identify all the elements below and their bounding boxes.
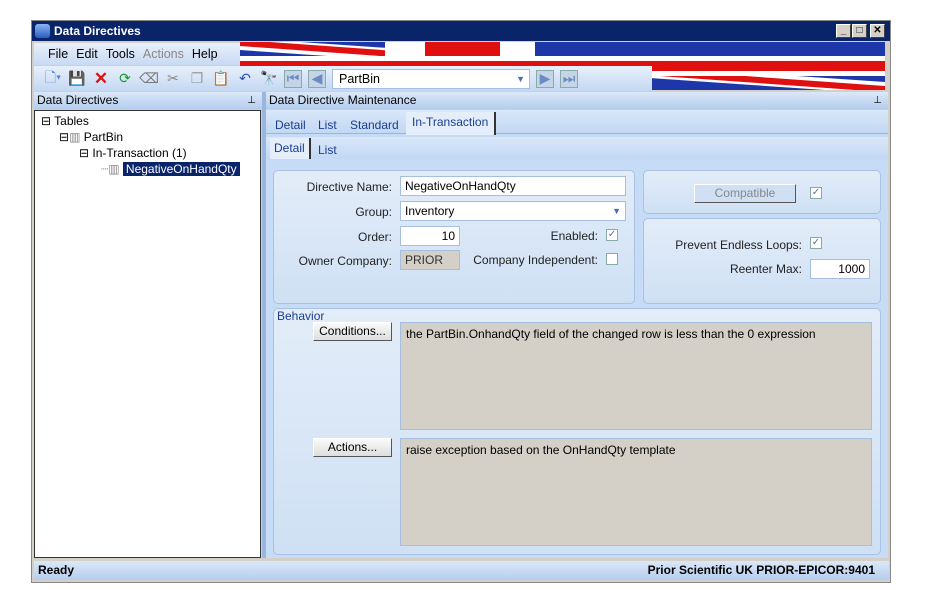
directive-name-label: Directive Name: bbox=[306, 180, 392, 194]
directive-icon: ┈▥ bbox=[101, 162, 120, 176]
left-panel-header: Data Directives ⊥ bbox=[34, 92, 262, 109]
group-select[interactable]: Inventory ▼ bbox=[400, 201, 626, 221]
record-selector[interactable]: PartBin ▼ bbox=[332, 68, 530, 89]
subtab-detail[interactable]: Detail bbox=[270, 138, 311, 159]
order-label: Order: bbox=[357, 230, 392, 244]
menu-tools[interactable]: Tools bbox=[106, 47, 135, 61]
next-record-icon[interactable]: ▶ bbox=[536, 69, 554, 88]
first-record-icon[interactable]: ⏮ bbox=[284, 69, 302, 88]
compatible-button[interactable]: Compatible bbox=[694, 184, 796, 203]
prevent-loops-label: Prevent Endless Loops: bbox=[675, 238, 802, 252]
save-icon[interactable]: 💾 bbox=[68, 70, 86, 88]
menu-help[interactable]: Help bbox=[192, 47, 218, 61]
directive-name-input[interactable]: NegativeOnHandQty bbox=[400, 176, 626, 196]
reenter-max-label: Reenter Max: bbox=[729, 262, 802, 276]
tree-node-partbin[interactable]: ⊟▥ PartBin bbox=[59, 130, 123, 144]
chevron-down-icon: ▼ bbox=[612, 206, 621, 216]
pin-icon[interactable]: ⊥ bbox=[873, 92, 882, 109]
undo-icon[interactable]: ↶ bbox=[236, 70, 254, 88]
owner-company-label: Owner Company: bbox=[298, 254, 392, 268]
right-panel-header: Data Directive Maintenance ⊥ bbox=[266, 92, 888, 109]
refresh-icon[interactable]: ⟳ bbox=[116, 70, 134, 88]
tree-node-tables[interactable]: ⊟ Tables bbox=[41, 114, 89, 128]
last-record-icon[interactable]: ⏭ bbox=[560, 69, 578, 88]
connection-info: Prior Scientific UK PRIOR-EPICOR:9401 bbox=[647, 563, 875, 577]
minimize-button[interactable]: _ bbox=[836, 24, 851, 38]
conditions-button[interactable]: Conditions... bbox=[313, 322, 392, 341]
app-icon bbox=[35, 24, 50, 38]
new-icon[interactable]: 🗋▾ bbox=[44, 69, 62, 88]
toolbar: 🗋▾ 💾 ✕ ⟳ ⌫ ✂ ❐ 📋 ↶ 🔭 ⏮ ◀ PartBin ▼ ▶ ⏭ bbox=[34, 66, 652, 91]
clear-icon[interactable]: ⌫ bbox=[139, 70, 159, 88]
copy-icon[interactable]: ❐ bbox=[188, 70, 206, 88]
delete-icon[interactable]: ✕ bbox=[92, 69, 110, 88]
maximize-button[interactable]: □ bbox=[852, 24, 867, 38]
menu-bar: File Edit Tools Actions Help bbox=[34, 43, 240, 65]
behavior-title: Behavior bbox=[277, 309, 325, 323]
tree-label: NegativeOnHandQty bbox=[122, 162, 240, 176]
enabled-checkbox[interactable]: ✓ bbox=[606, 229, 618, 241]
group-value: Inventory bbox=[405, 204, 455, 218]
company-independent-label: Company Independent: bbox=[473, 253, 598, 267]
chevron-down-icon[interactable]: ▼ bbox=[516, 70, 525, 88]
menu-actions[interactable]: Actions bbox=[143, 47, 184, 61]
paste-icon[interactable]: 📋 bbox=[212, 70, 230, 88]
owner-company-field: PRIOR bbox=[400, 250, 460, 270]
actions-button[interactable]: Actions... bbox=[313, 438, 392, 457]
table-icon: ▥ bbox=[69, 130, 81, 144]
search-icon[interactable]: 🔭 bbox=[260, 70, 278, 88]
window-title: Data Directives bbox=[54, 24, 141, 38]
tree-label: Tables bbox=[54, 114, 89, 128]
status-bar: Ready Prior Scientific UK PRIOR-EPICOR:9… bbox=[34, 561, 889, 580]
tab-standard[interactable]: Standard bbox=[350, 118, 399, 132]
conditions-text: the PartBin.OnhandQty field of the chang… bbox=[400, 322, 872, 430]
tree-node-directive[interactable]: ┈▥ NegativeOnHandQty bbox=[101, 162, 240, 176]
title-bar: Data Directives bbox=[32, 21, 890, 41]
record-value: PartBin bbox=[339, 71, 380, 86]
menu-file[interactable]: File bbox=[48, 47, 68, 61]
compatible-checkbox[interactable]: ✓ bbox=[810, 187, 822, 199]
tree-label: In-Transaction (1) bbox=[92, 146, 187, 160]
close-button[interactable]: ✕ bbox=[870, 24, 885, 38]
tab-detail[interactable]: Detail bbox=[275, 118, 306, 132]
pin-icon[interactable]: ⊥ bbox=[247, 92, 256, 109]
subtab-list[interactable]: List bbox=[318, 143, 337, 157]
prevent-loops-checkbox[interactable]: ✓ bbox=[810, 237, 822, 249]
tree-node-in-transaction[interactable]: ⊟ In-Transaction (1) bbox=[79, 146, 187, 160]
tree-label: PartBin bbox=[83, 130, 124, 144]
left-panel-title: Data Directives bbox=[37, 93, 119, 107]
reenter-max-input[interactable]: 1000 bbox=[810, 259, 870, 279]
order-input[interactable]: 10 bbox=[400, 226, 460, 246]
tab-list[interactable]: List bbox=[318, 118, 337, 132]
company-independent-checkbox[interactable] bbox=[606, 253, 618, 265]
group-label: Group: bbox=[355, 205, 392, 219]
actions-text: raise exception based on the OnHandQty t… bbox=[400, 438, 872, 546]
status-text: Ready bbox=[38, 563, 75, 577]
cut-icon[interactable]: ✂ bbox=[164, 70, 182, 88]
menu-edit[interactable]: Edit bbox=[76, 47, 98, 61]
right-panel-title: Data Directive Maintenance bbox=[269, 93, 417, 107]
enabled-label: Enabled: bbox=[550, 229, 598, 243]
tab-in-transaction[interactable]: In-Transaction bbox=[406, 112, 497, 135]
tree-view: ⊟ Tables ⊟▥ PartBin ⊟ In-Transaction (1)… bbox=[34, 110, 261, 558]
prev-record-icon[interactable]: ◀ bbox=[308, 69, 326, 88]
